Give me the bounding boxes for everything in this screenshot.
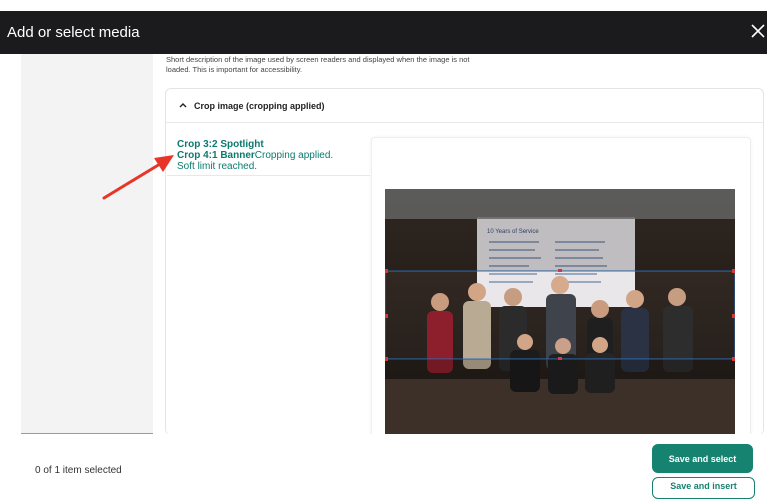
chevron-up-icon — [179, 103, 187, 108]
save-and-select-button[interactable]: Save and select — [652, 444, 753, 473]
crop-item-label: Crop 4:1 Banner — [177, 150, 255, 161]
crop-type-list: Crop 3:2 Spotlight Crop 4:1 BannerCroppi… — [177, 139, 333, 172]
crop-item-banner[interactable]: Crop 4:1 BannerCropping applied. — [177, 150, 333, 161]
crop-item-spotlight[interactable]: Crop 3:2 Spotlight — [177, 139, 333, 150]
crop-image-preview[interactable]: 10 Years of Service — [385, 189, 735, 434]
crop-soft-limit-note: Soft limit reached. — [177, 161, 258, 172]
annotation-arrow — [102, 155, 174, 200]
alt-text-description: Short description of the image used by s… — [166, 55, 470, 74]
dialog-titlebar: Add or select media — [0, 11, 767, 54]
crop-status: Cropping applied. — [254, 150, 334, 161]
crop-panel-title: Crop image (cropping applied) — [194, 101, 325, 111]
crop-panel-toggle[interactable]: Crop image (cropping applied) — [166, 89, 763, 123]
crop-item-label: Crop 3:2 Spotlight — [177, 139, 264, 150]
crop-list-divider — [167, 175, 370, 176]
group-photo: 10 Years of Service — [385, 189, 735, 434]
selection-count: 0 of 1 item selected — [35, 465, 122, 476]
save-and-insert-label: Save and insert — [670, 481, 737, 491]
media-list-panel — [21, 54, 153, 434]
close-icon[interactable] — [747, 20, 767, 42]
save-and-insert-button[interactable]: Save and insert — [652, 477, 755, 499]
dialog-title: Add or select media — [7, 24, 140, 41]
